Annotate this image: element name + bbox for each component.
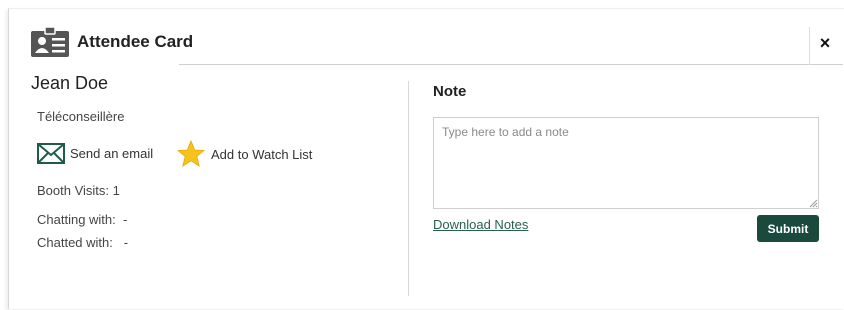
- star-icon: [177, 140, 205, 167]
- attendee-card: Attendee Card × Jean Doe Téléconseillère…: [8, 8, 844, 309]
- card-title: Attendee Card: [77, 32, 194, 51]
- watch-list-label: Add to Watch List: [211, 146, 313, 162]
- envelope-icon: [37, 143, 65, 164]
- header-divider: [179, 64, 843, 65]
- resize-grip-icon[interactable]: [808, 198, 818, 208]
- card-header: Attendee Card: [31, 27, 193, 57]
- note-heading: Note: [433, 83, 467, 100]
- note-textarea[interactable]: [433, 117, 819, 209]
- close-button[interactable]: ×: [816, 32, 834, 54]
- id-card-icon: [31, 27, 69, 57]
- add-to-watch-list-button[interactable]: Add to Watch List: [177, 140, 312, 168]
- submit-button[interactable]: Submit: [757, 215, 819, 242]
- send-email-label: Send an email: [70, 146, 154, 161]
- chatted-with: Chatted with: -: [37, 235, 129, 250]
- column-divider: [408, 81, 409, 296]
- chatting-with: Chatting with: -: [37, 212, 128, 227]
- close-divider: [809, 27, 810, 65]
- download-notes-link[interactable]: Download Notes: [433, 217, 528, 232]
- attendee-name: Jean Doe: [31, 73, 109, 93]
- booth-visits: Booth Visits: 1: [37, 183, 120, 198]
- attendee-role: Téléconseillère: [37, 109, 125, 124]
- send-email-button[interactable]: Send an email: [37, 143, 153, 164]
